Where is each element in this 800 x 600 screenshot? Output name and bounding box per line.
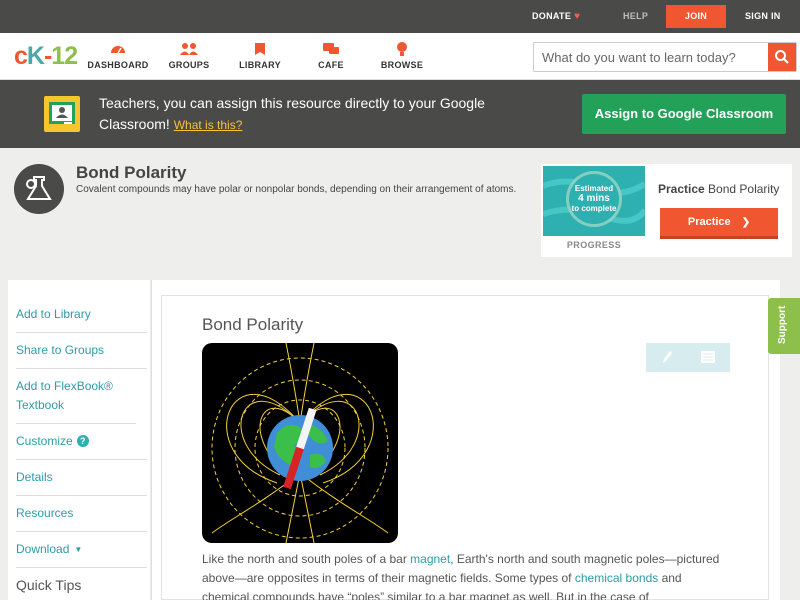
heart-icon: ♥ — [574, 11, 581, 22]
practice-estimate: Estimated 4 mins to complete — [543, 184, 645, 214]
sidebar-item-add-to-library[interactable]: Add to Library — [16, 304, 147, 333]
notes-icon[interactable] — [700, 350, 716, 364]
practice-button-label: Practice — [687, 216, 731, 228]
sidebar-item-add-to-flexbook[interactable]: Add to FlexBook® Textbook — [16, 376, 136, 424]
estimate-label: Estimated — [574, 184, 614, 193]
progress-label: PROGRESS — [566, 240, 622, 250]
practice-title-bold: Practice — [658, 182, 705, 196]
pencil-icon[interactable] — [660, 349, 674, 365]
practice-title: Practice Bond Polarity — [658, 182, 779, 196]
ck12-logo[interactable]: cK-12 — [14, 42, 78, 71]
chat-bubbles-icon — [323, 43, 339, 54]
help-icon[interactable]: ? — [76, 435, 89, 447]
chemistry-flask-icon — [14, 164, 64, 214]
sidebar-item-download[interactable]: Download ▼ — [16, 539, 147, 568]
dashboard-icon — [111, 46, 125, 54]
assign-to-google-classroom-button[interactable]: Assign to Google Classroom — [582, 94, 786, 134]
donate-label: DONATE — [532, 11, 572, 21]
practice-button[interactable]: Practice ❯ — [660, 208, 778, 239]
search-button[interactable] — [768, 43, 796, 71]
join-button[interactable]: JOIN — [666, 5, 726, 28]
main-nav: cK-12 DASHBOARD GROUPS LIBRARY CAFE BROW… — [0, 33, 800, 80]
support-label: Support — [777, 305, 788, 344]
sidebar-item-details[interactable]: Details — [16, 467, 147, 496]
logo-c: c — [14, 42, 28, 70]
google-classroom-icon — [44, 96, 80, 132]
estimate-suffix: to complete — [571, 204, 617, 213]
concept-title: Bond Polarity — [76, 163, 187, 182]
google-classroom-banner: Teachers, you can assign this resource d… — [0, 80, 800, 148]
nav-groups-label: GROUPS — [168, 60, 210, 70]
what-is-this-link[interactable]: What is this? — [174, 118, 243, 132]
sidebar-item-customize[interactable]: Customize? — [16, 431, 147, 460]
nav-dashboard-label: DASHBOARD — [87, 60, 149, 70]
nav-cafe-label: CAFE — [318, 60, 344, 70]
sidebar-item-label: Customize — [16, 434, 73, 448]
sidebar-item-label: Add to Library — [16, 307, 91, 321]
library-icon — [255, 43, 265, 55]
groups-icon — [180, 43, 198, 55]
banner-message: Teachers, you can assign this resource d… — [99, 93, 499, 136]
nav-dashboard[interactable]: DASHBOARD — [78, 41, 158, 70]
content-paragraph: Like the north and south poles of a bar … — [202, 550, 722, 600]
sidebar-item-share-to-groups[interactable]: Share to Groups — [16, 340, 147, 369]
search-box — [533, 42, 797, 72]
sidebar-item-label: Add to FlexBook® Textbook — [16, 379, 113, 412]
nav-groups[interactable]: GROUPS — [149, 41, 229, 70]
sidebar-item-label: Share to Groups — [16, 343, 105, 357]
paragraph-text: Like the north and south poles of a bar — [202, 552, 411, 566]
magnet-link[interactable]: magnet — [410, 552, 450, 566]
banner-message-text: Teachers, you can assign this resource d… — [99, 95, 485, 132]
practice-title-rest: Bond Polarity — [704, 182, 780, 196]
content-title: Bond Polarity — [202, 315, 304, 334]
estimate-minutes: 4 mins — [578, 193, 610, 204]
sign-in-link[interactable]: SIGN IN — [745, 0, 781, 33]
chevron-right-icon: ❯ — [741, 217, 751, 228]
quick-tips-heading: Quick Tips — [16, 577, 82, 593]
sidebar-item-label: Details — [16, 470, 53, 484]
content-tools — [646, 343, 730, 372]
top-utility-bar: DONATE ♥ HELP JOIN SIGN IN — [0, 0, 800, 33]
earth-magnetic-field-image — [202, 343, 398, 543]
caret-down-icon: ▼ — [74, 545, 83, 554]
lightbulb-icon — [397, 42, 407, 56]
sidebar-item-label: Download — [16, 542, 70, 556]
sidebar-item-resources[interactable]: Resources — [16, 503, 147, 532]
search-input[interactable] — [534, 43, 770, 71]
practice-card: Estimated 4 mins to complete PROGRESS Pr… — [541, 164, 792, 257]
support-tab[interactable]: Support — [768, 298, 800, 354]
logo-k: K — [26, 42, 45, 70]
logo-number: 12 — [51, 42, 78, 70]
help-link[interactable]: HELP — [623, 0, 648, 33]
practice-thumbnail[interactable]: Estimated 4 mins to complete — [543, 166, 645, 236]
nav-library-label: LIBRARY — [239, 60, 281, 70]
nav-library[interactable]: LIBRARY — [220, 41, 300, 70]
nav-cafe[interactable]: CAFE — [291, 41, 371, 70]
chemical-bonds-link[interactable]: chemical bonds — [575, 571, 658, 585]
donate-link[interactable]: DONATE ♥ — [532, 0, 580, 33]
nav-browse[interactable]: BROWSE — [362, 41, 442, 70]
sidebar-item-label: Resources — [16, 506, 74, 520]
search-icon — [775, 50, 789, 64]
concept-description: Covalent compounds may have polar or non… — [76, 184, 517, 195]
nav-browse-label: BROWSE — [380, 60, 424, 70]
